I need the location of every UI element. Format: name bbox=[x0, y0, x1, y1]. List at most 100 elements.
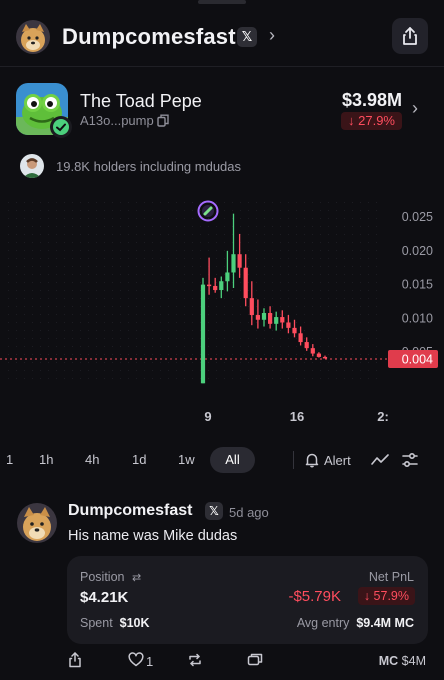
alert-button[interactable]: Alert bbox=[324, 453, 351, 468]
grid-dot bbox=[72, 370, 73, 371]
grid-dot bbox=[48, 346, 49, 347]
grid-dot bbox=[176, 274, 177, 275]
timeframe-1h[interactable]: 1h bbox=[39, 452, 53, 467]
grid-dot bbox=[184, 290, 185, 291]
bell-icon[interactable] bbox=[304, 452, 320, 468]
grid-dot bbox=[376, 314, 377, 315]
timeframe-1d[interactable]: 1d bbox=[132, 452, 146, 467]
grid-dot bbox=[96, 354, 97, 355]
grid-dot bbox=[176, 202, 177, 203]
profile-name[interactable]: Dumpcomesfast bbox=[62, 24, 236, 50]
grid-dot bbox=[176, 306, 177, 307]
grid-dot bbox=[336, 290, 337, 291]
chevron-right-icon[interactable]: › bbox=[412, 98, 418, 119]
grid-dot bbox=[72, 274, 73, 275]
grid-dot bbox=[40, 210, 41, 211]
grid-dot bbox=[144, 354, 145, 355]
grid-dot bbox=[248, 202, 249, 203]
grid-dot bbox=[240, 362, 241, 363]
heart-icon[interactable] bbox=[128, 652, 144, 667]
grid-dot bbox=[352, 226, 353, 227]
grid-dot bbox=[352, 330, 353, 331]
market-cap-at-post: MC $4M bbox=[379, 654, 426, 668]
grid-dot bbox=[168, 354, 169, 355]
grid-dot bbox=[344, 202, 345, 203]
chart-settings-icon[interactable] bbox=[402, 451, 418, 469]
grid-dot bbox=[200, 242, 201, 243]
grid-dot bbox=[352, 362, 353, 363]
grid-dot bbox=[296, 258, 297, 259]
grid-dot bbox=[240, 290, 241, 291]
grid-dot bbox=[280, 226, 281, 227]
timeframe-4h[interactable]: 4h bbox=[85, 452, 99, 467]
grid-dot bbox=[272, 210, 273, 211]
grid-dot bbox=[168, 274, 169, 275]
grid-dot bbox=[160, 322, 161, 323]
grid-dot bbox=[368, 370, 369, 371]
grid-dot bbox=[280, 202, 281, 203]
timeframe-all[interactable]: All bbox=[210, 447, 255, 473]
grid-dot bbox=[16, 314, 17, 315]
x-link-icon[interactable]: 𝕏 bbox=[237, 27, 257, 47]
grid-dot bbox=[40, 282, 41, 283]
grid-dot bbox=[48, 202, 49, 203]
grid-dot bbox=[360, 266, 361, 267]
grid-dot bbox=[80, 322, 81, 323]
grid-dot bbox=[296, 346, 297, 347]
grid-dot bbox=[336, 210, 337, 211]
post-author-avatar[interactable] bbox=[17, 503, 57, 543]
grid-dot bbox=[224, 338, 225, 339]
swap-icon[interactable]: ⇄ bbox=[132, 571, 141, 584]
holders-summary[interactable]: 19.8K holders including mdudas bbox=[56, 159, 241, 174]
grid-dot bbox=[272, 234, 273, 235]
grid-dot bbox=[56, 290, 57, 291]
grid-dot bbox=[160, 314, 161, 315]
line-chart-icon[interactable] bbox=[371, 453, 389, 467]
grid-dot bbox=[160, 330, 161, 331]
grid-dot bbox=[168, 346, 169, 347]
grid-dot bbox=[344, 338, 345, 339]
grid-dot bbox=[288, 266, 289, 267]
grid-dot bbox=[328, 370, 329, 371]
grid-dot bbox=[296, 242, 297, 243]
token-name[interactable]: The Toad Pepe bbox=[80, 91, 202, 112]
holder-avatar[interactable] bbox=[20, 154, 44, 178]
grid-dot bbox=[40, 362, 41, 363]
chevron-right-icon[interactable]: › bbox=[269, 25, 275, 46]
timeframe-1m[interactable]: 1 bbox=[6, 452, 13, 467]
grid-dot bbox=[328, 234, 329, 235]
grid-dot bbox=[352, 218, 353, 219]
quote-icon[interactable] bbox=[247, 652, 263, 668]
grid-dot bbox=[112, 322, 113, 323]
grid-dot bbox=[200, 346, 201, 347]
grid-dot bbox=[104, 242, 105, 243]
x-link-icon[interactable]: 𝕏 bbox=[205, 502, 223, 520]
grid-dot bbox=[104, 346, 105, 347]
price-chart[interactable]: 0.0250.0200.0150.0100.0050.0049162: bbox=[0, 190, 444, 430]
share-button[interactable] bbox=[392, 18, 428, 54]
grid-dot bbox=[48, 210, 49, 211]
grid-dot bbox=[8, 258, 9, 259]
grid-dot bbox=[160, 378, 161, 379]
grid-dot bbox=[280, 354, 281, 355]
grid-dot bbox=[32, 242, 33, 243]
share-icon[interactable] bbox=[68, 652, 82, 668]
position-card[interactable]: Position ⇄ $4.21K Net PnL -$5.79K ↓ 57.9… bbox=[67, 556, 428, 644]
timeframe-1w[interactable]: 1w bbox=[178, 452, 195, 467]
sheet-grabber[interactable] bbox=[198, 0, 246, 4]
post-author-name[interactable]: Dumpcomesfast bbox=[68, 502, 192, 520]
grid-dot bbox=[328, 202, 329, 203]
grid-dot bbox=[8, 362, 9, 363]
grid-dot bbox=[272, 330, 273, 331]
profile-avatar[interactable] bbox=[16, 20, 50, 54]
grid-dot bbox=[136, 266, 137, 267]
grid-dot bbox=[208, 226, 209, 227]
grid-dot bbox=[248, 226, 249, 227]
grid-dot bbox=[264, 346, 265, 347]
grid-dot bbox=[352, 290, 353, 291]
grid-dot bbox=[328, 242, 329, 243]
grid-dot bbox=[360, 210, 361, 211]
grid-dot bbox=[8, 250, 9, 251]
repost-icon[interactable] bbox=[187, 652, 203, 668]
copy-icon[interactable] bbox=[157, 114, 169, 127]
